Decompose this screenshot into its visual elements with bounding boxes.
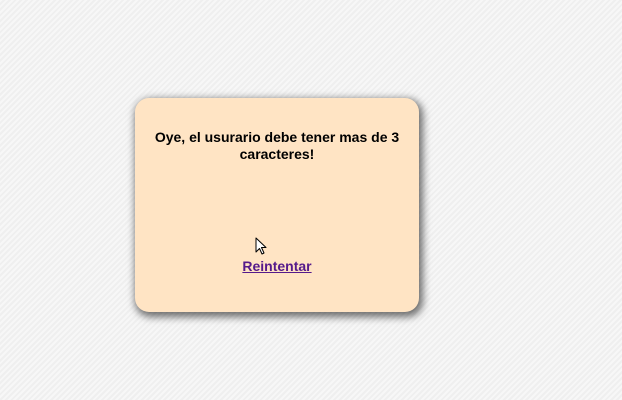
- retry-link[interactable]: Reintentar: [242, 258, 311, 274]
- error-message: Oye, el usurario debe tener mas de 3 car…: [154, 129, 400, 162]
- retry-link-container: Reintentar: [135, 258, 419, 275]
- arrow-pointer-icon: [255, 237, 267, 255]
- error-dialog: Oye, el usurario debe tener mas de 3 car…: [135, 98, 419, 312]
